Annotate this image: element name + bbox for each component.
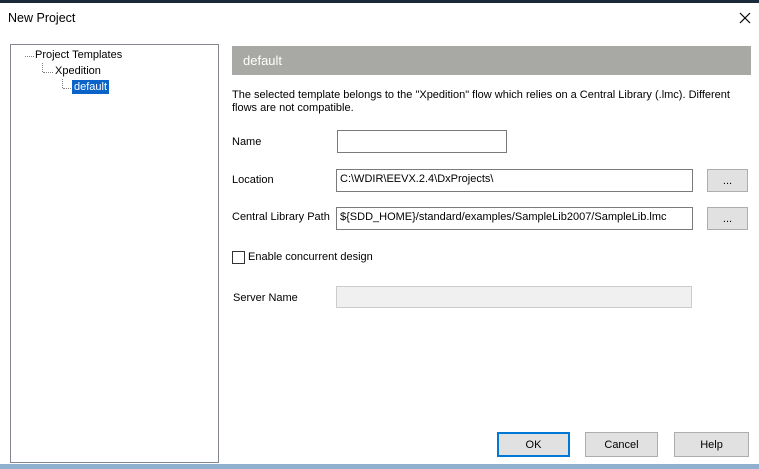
location-browse-button[interactable]: ... <box>707 169 748 192</box>
window-title: New Project <box>8 11 76 25</box>
tree-item-default[interactable]: default <box>72 80 110 94</box>
library-path-field[interactable]: ${SDD_HOME}/standard/examples/SampleLib2… <box>336 207 693 230</box>
tree-connector <box>62 79 63 88</box>
tree-connector <box>42 63 43 72</box>
concurrent-design-label[interactable]: Enable concurrent design <box>248 251 373 263</box>
tree-item-xpedition[interactable]: Xpedition <box>55 64 101 78</box>
close-button[interactable] <box>735 8 755 28</box>
cancel-button[interactable]: Cancel <box>585 432 658 457</box>
library-path-label: Central Library Path <box>232 211 330 223</box>
location-field[interactable]: C:\WDIR\EEVX.2.4\DxProjects\ <box>336 169 693 192</box>
description-line-2: flows are not compatible. <box>232 102 354 114</box>
name-field[interactable] <box>337 130 507 153</box>
screen-top-edge <box>0 0 759 3</box>
description-line-1: The selected template belongs to the "Xp… <box>232 89 730 101</box>
server-name-field <box>336 286 692 308</box>
library-browse-button[interactable]: ... <box>707 207 748 230</box>
template-tree[interactable]: Project Templates Xpedition default <box>10 44 219 463</box>
tree-item-project-templates[interactable]: Project Templates <box>35 48 122 62</box>
location-label: Location <box>232 174 274 186</box>
name-label: Name <box>232 136 262 148</box>
ok-button[interactable]: OK <box>497 432 570 457</box>
close-icon <box>739 12 751 24</box>
template-description: The selected template belongs to the "Xp… <box>232 89 742 115</box>
template-header: default <box>232 46 751 75</box>
tree-connector <box>25 56 34 57</box>
server-name-label: Server Name <box>233 292 298 304</box>
tree-connector <box>63 88 71 89</box>
tree-connector <box>43 72 53 73</box>
help-button[interactable]: Help <box>674 432 749 457</box>
concurrent-design-checkbox[interactable] <box>232 251 245 264</box>
screen-bottom-edge <box>0 464 759 469</box>
